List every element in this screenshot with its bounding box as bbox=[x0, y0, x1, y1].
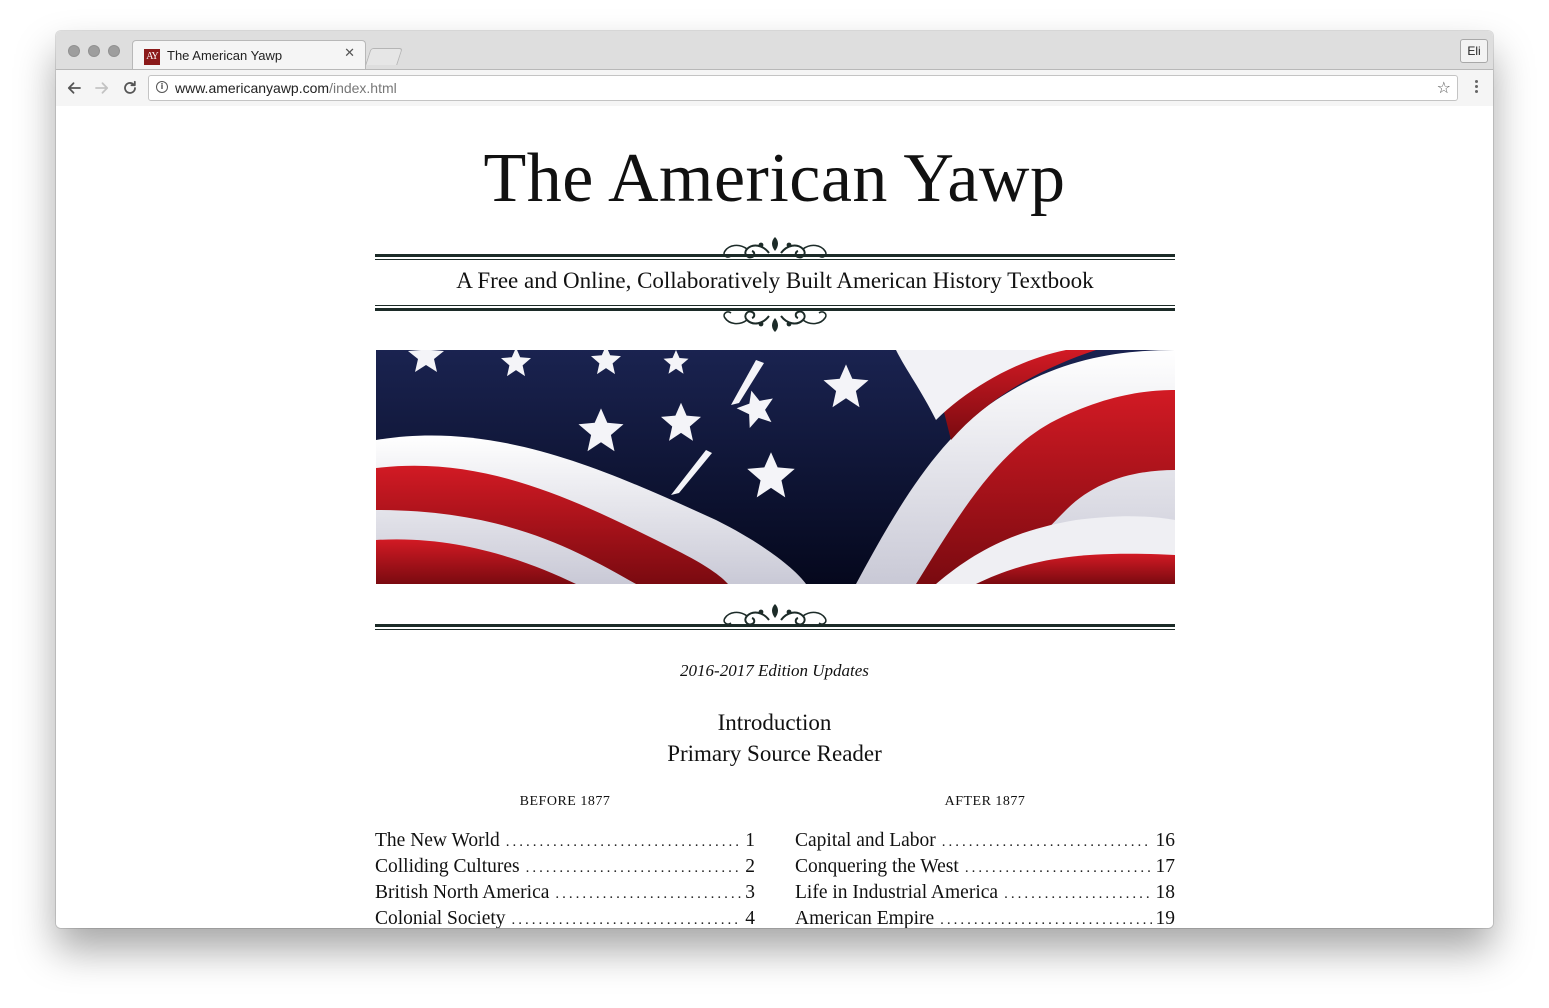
dot-leader: ........................................… bbox=[964, 860, 1152, 876]
tab-title: The American Yawp bbox=[167, 48, 283, 63]
lower-rule bbox=[375, 624, 1175, 627]
after-1877-chapter-list: Capital and Labor.......................… bbox=[795, 830, 1175, 928]
before-1877-chapter-list: The New World...........................… bbox=[375, 830, 755, 928]
dot-leader: ........................................… bbox=[941, 834, 1152, 850]
chapter-title: The New World bbox=[375, 830, 500, 851]
favicon-icon: AY bbox=[144, 49, 160, 65]
chapter-number: 18 bbox=[1155, 882, 1176, 903]
top-rule-thin bbox=[375, 259, 1175, 260]
dot-leader: ........................................… bbox=[525, 860, 742, 876]
chapter-title: Life in Industrial America bbox=[795, 882, 999, 903]
tab-strip: AY The American Yawp ✕ Eli bbox=[56, 31, 1493, 71]
bookmark-star-icon[interactable]: ☆ bbox=[1437, 78, 1451, 97]
dot-leader: ........................................… bbox=[511, 912, 742, 928]
lower-flourish-ornament-icon bbox=[723, 604, 827, 626]
minimize-window-button[interactable] bbox=[88, 45, 100, 57]
after-1877-heading: AFTER 1877 bbox=[944, 794, 1026, 809]
edition-updates-link[interactable]: 2016-2017 Edition Updates bbox=[56, 661, 1493, 681]
reload-icon bbox=[124, 80, 136, 94]
chapter-number: 19 bbox=[1155, 908, 1176, 928]
chapter-link[interactable]: Capital and Labor.......................… bbox=[795, 830, 1175, 856]
chapter-link[interactable]: Conquering the West.....................… bbox=[795, 856, 1175, 882]
chapter-number: 4 bbox=[745, 908, 755, 928]
new-tab-button[interactable] bbox=[365, 48, 403, 65]
site-title: The American Yawp bbox=[483, 140, 1066, 217]
dot-leader: ........................................… bbox=[555, 886, 742, 902]
chapter-number: 1 bbox=[745, 830, 755, 851]
url-text: www.americanyawp.com/index.html bbox=[175, 80, 397, 96]
chapter-title: Conquering the West bbox=[795, 856, 959, 877]
chapter-link[interactable]: American Empire.........................… bbox=[795, 908, 1175, 928]
lower-rule-thin bbox=[375, 629, 1175, 630]
dot-leader: ........................................… bbox=[940, 912, 1151, 928]
chapter-link[interactable]: Colliding Cultures......................… bbox=[375, 856, 755, 882]
chapter-number: 3 bbox=[745, 882, 755, 903]
tab-close-icon[interactable]: ✕ bbox=[344, 46, 355, 61]
info-icon[interactable]: i bbox=[156, 81, 168, 93]
dot-leader: ........................................… bbox=[505, 834, 741, 850]
browser-window: AY The American Yawp ✕ Eli i www.america… bbox=[56, 31, 1493, 928]
chapter-link[interactable]: The New World...........................… bbox=[375, 830, 755, 856]
profile-button[interactable]: Eli bbox=[1460, 39, 1488, 63]
bottom-flourish-ornament-icon bbox=[723, 310, 827, 332]
back-button[interactable] bbox=[64, 78, 84, 98]
tab-american-yawp[interactable]: AY The American Yawp ✕ bbox=[132, 40, 366, 71]
primary-source-reader-link[interactable]: Primary Source Reader bbox=[56, 741, 1493, 767]
chapter-title: American Empire bbox=[795, 908, 935, 928]
chapter-title: Colonial Society bbox=[375, 908, 506, 928]
chapter-title: British North America bbox=[375, 882, 550, 903]
address-bar[interactable]: i www.americanyawp.com/index.html ☆ bbox=[148, 75, 1458, 101]
chapter-title: Capital and Labor bbox=[795, 830, 936, 851]
page-viewport: The American Yawp A Free and Online, Col… bbox=[56, 106, 1493, 928]
zoom-window-button[interactable] bbox=[108, 45, 120, 57]
forward-arrow-icon bbox=[95, 82, 109, 94]
before-1877-heading: BEFORE 1877 bbox=[519, 794, 611, 809]
url-path: /index.html bbox=[329, 80, 397, 96]
dot-leader: ........................................… bbox=[1004, 886, 1151, 902]
introduction-link[interactable]: Introduction bbox=[56, 710, 1493, 736]
chapter-title: Colliding Cultures bbox=[375, 856, 520, 877]
chapter-link[interactable]: British North America...................… bbox=[375, 882, 755, 908]
top-rule bbox=[375, 254, 1175, 257]
chapter-number: 17 bbox=[1155, 856, 1176, 877]
site-subtitle: A Free and Online, Collaboratively Built… bbox=[456, 268, 1094, 293]
american-flag-hero-image bbox=[376, 350, 1175, 584]
chapter-link[interactable]: Life in Industrial America..............… bbox=[795, 882, 1175, 908]
reload-button[interactable] bbox=[120, 78, 140, 98]
back-arrow-icon bbox=[67, 82, 81, 94]
close-window-button[interactable] bbox=[68, 45, 80, 57]
chapter-link[interactable]: Colonial Society........................… bbox=[375, 908, 755, 928]
url-host: www.americanyawp.com bbox=[175, 80, 330, 96]
browser-menu-icon[interactable] bbox=[1475, 80, 1479, 95]
middle-rule-thin bbox=[375, 305, 1175, 306]
chapter-number: 16 bbox=[1155, 830, 1176, 851]
forward-button[interactable] bbox=[92, 78, 112, 98]
chapter-number: 2 bbox=[745, 856, 755, 877]
browser-toolbar: i www.americanyawp.com/index.html ☆ bbox=[56, 69, 1493, 107]
